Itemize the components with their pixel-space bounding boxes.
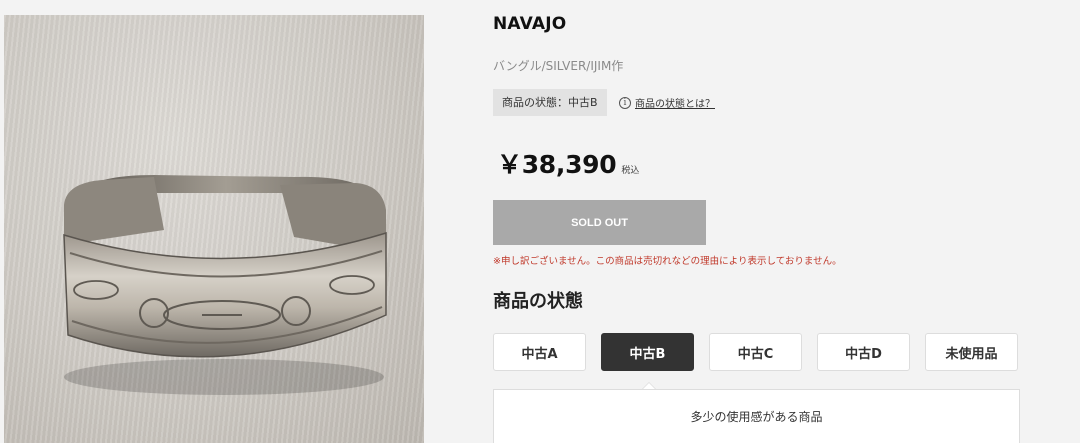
sold-out-button[interactable]: SOLD OUT xyxy=(493,200,706,245)
tab-used-c[interactable]: 中古C xyxy=(709,333,802,371)
product-brand[interactable]: NAVAJO xyxy=(493,14,566,34)
tax-label: 税込 xyxy=(621,166,640,176)
tab-used-d[interactable]: 中古D xyxy=(817,333,910,371)
product-image[interactable] xyxy=(4,15,424,443)
condition-description: 多少の使用感がある商品 xyxy=(493,389,1020,443)
tab-used-b[interactable]: 中古B xyxy=(601,333,694,371)
price: ￥38,390 xyxy=(497,150,617,179)
sold-out-notice: ※申し訳ございません。この商品は売切れなどの理由により表示しておりません。 xyxy=(493,256,842,267)
tab-used-a[interactable]: 中古A xyxy=(493,333,586,371)
condition-help-link[interactable]: 商品の状態とは？ xyxy=(635,95,715,110)
condition-section-title: 商品の状態 xyxy=(493,291,583,312)
condition-help[interactable]: i 商品の状態とは？ xyxy=(619,95,715,110)
price-block: ￥38,390 税込 xyxy=(497,145,639,181)
info-icon: i xyxy=(619,96,631,109)
product-subtitle: バングル/SILVER/IJIM作 xyxy=(493,59,624,73)
tab-unused[interactable]: 未使用品 xyxy=(925,333,1018,371)
condition-tabs: 中古A 中古B 中古C 中古D 未使用品 xyxy=(493,333,1018,371)
condition-badge: 商品の状態：中古B xyxy=(493,89,607,116)
bangle-illustration xyxy=(63,175,387,395)
